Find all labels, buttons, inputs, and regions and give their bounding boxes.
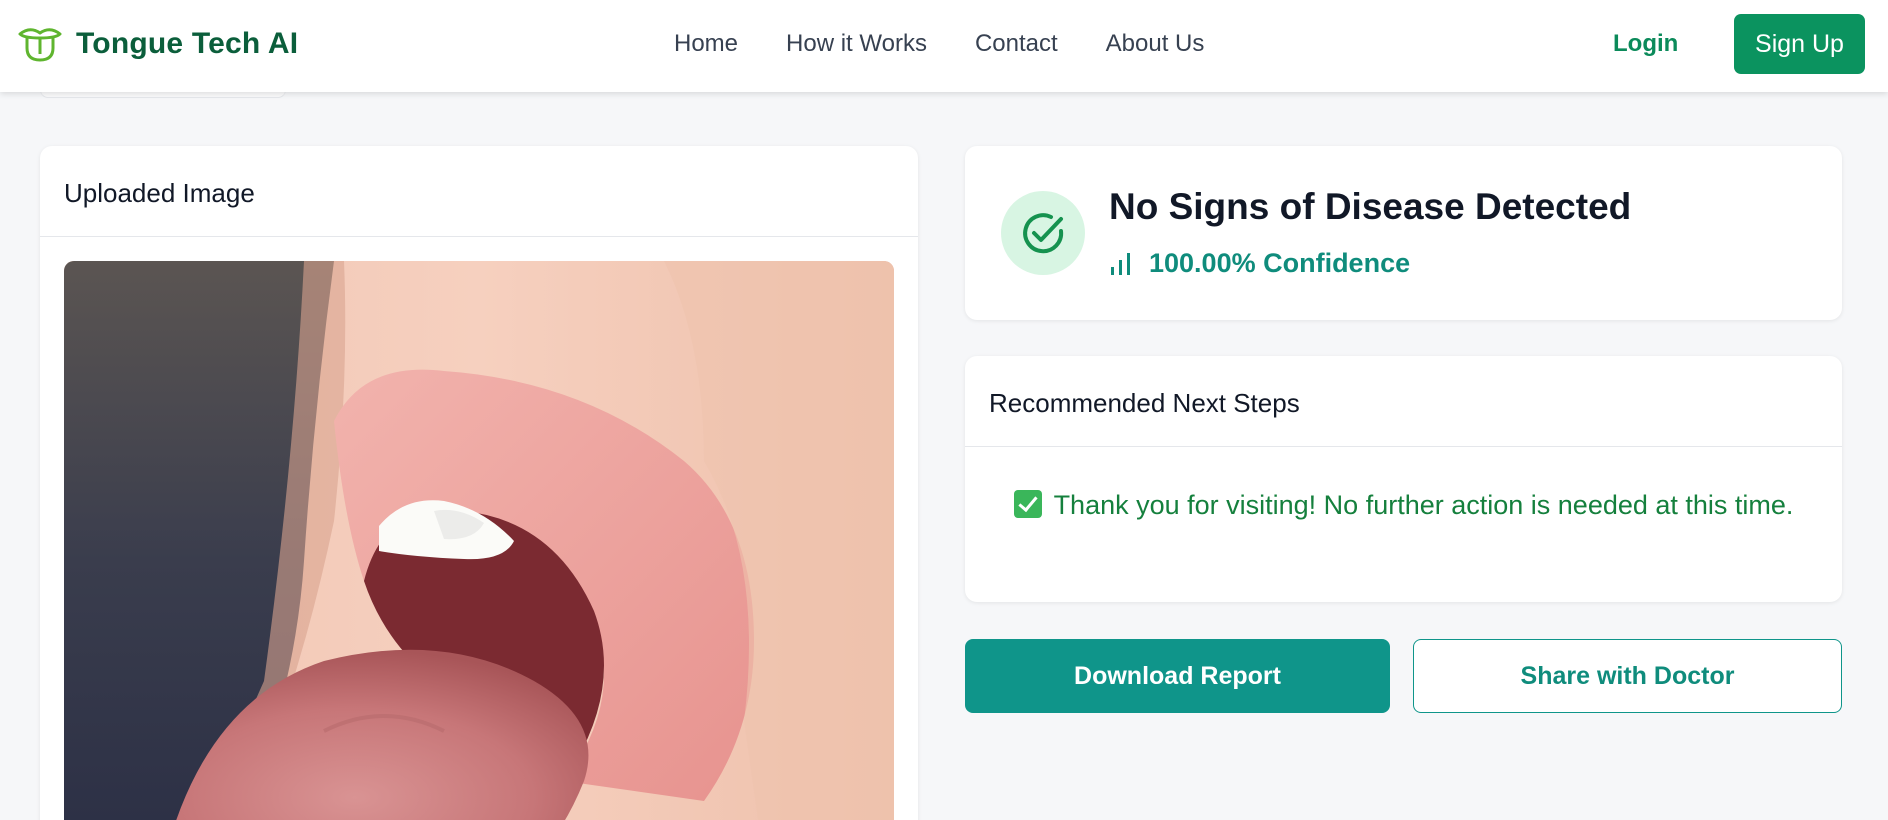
confidence-text: 100.00% Confidence xyxy=(1149,248,1411,278)
uploaded-tongue-photo xyxy=(64,261,894,820)
next-steps-card: Recommended Next Steps Thank you for vis… xyxy=(965,356,1842,602)
uploaded-image-title: Uploaded Image xyxy=(40,146,918,237)
confidence-row: 100.00% Confidence xyxy=(1109,248,1410,279)
navbar: Tongue Tech AI Home How it Works Contact… xyxy=(0,0,1888,92)
check-circle-icon xyxy=(1001,191,1085,275)
tongue-logo-icon xyxy=(18,28,62,62)
result-card: No Signs of Disease Detected 100.00% Con… xyxy=(965,146,1842,320)
sign-up-button[interactable]: Sign Up xyxy=(1734,14,1865,74)
login-link[interactable]: Login xyxy=(1613,30,1678,58)
next-steps-message-text: Thank you for visiting! No further actio… xyxy=(1053,490,1794,520)
nav-about-us[interactable]: About Us xyxy=(1106,30,1205,58)
next-steps-message: Thank you for visiting! No further actio… xyxy=(1005,484,1802,526)
check-mark-icon xyxy=(1013,490,1042,518)
result-title: No Signs of Disease Detected xyxy=(1109,186,1632,227)
nav-how-it-works[interactable]: How it Works xyxy=(786,30,927,58)
download-report-button[interactable]: Download Report xyxy=(965,639,1390,713)
nav-home[interactable]: Home xyxy=(674,30,738,58)
uploaded-image-card: Uploaded Image xyxy=(40,146,918,820)
brand[interactable]: Tongue Tech AI xyxy=(16,24,298,64)
next-steps-title: Recommended Next Steps xyxy=(965,356,1842,447)
brand-name: Tongue Tech AI xyxy=(76,27,299,60)
nav-links: Home How it Works Contact About Us xyxy=(674,30,1204,58)
nav-contact[interactable]: Contact xyxy=(975,30,1058,58)
signal-bars-icon xyxy=(1111,252,1130,275)
share-with-doctor-button[interactable]: Share with Doctor xyxy=(1413,639,1842,713)
